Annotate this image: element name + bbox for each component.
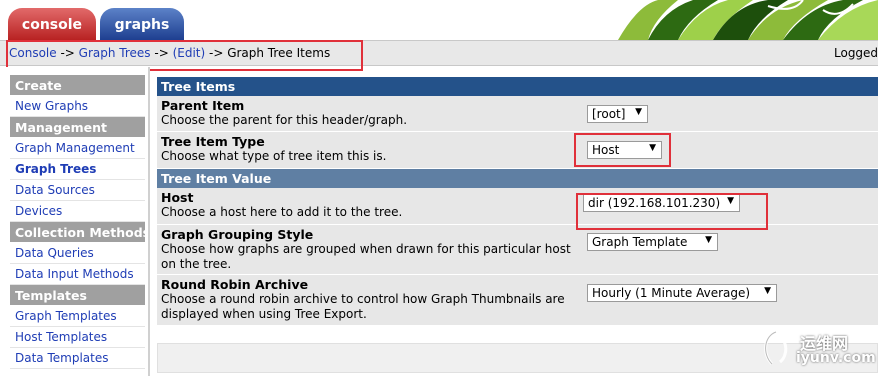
form-row-round-robin-archive: Round Robin Archive Choose a round robin… [157,275,878,326]
sidebar-item-graph-templates[interactable]: Graph Templates [10,306,145,327]
host-select[interactable]: dir (192.168.101.230) ▼ [583,194,740,212]
breadcrumb-separator: -> [150,46,173,60]
watermark-logo-icon [764,330,788,366]
sidebar-menu: Create New Graphs Management Graph Manag… [10,75,150,369]
tab-graphs[interactable]: graphs [100,8,184,40]
tree-item-type-label: Tree Item Type [161,134,265,149]
form-row-parent-item: Parent Item Choose the parent for this h… [157,96,878,132]
top-banner: console graphs [0,0,878,40]
sidebar-item-data-queries[interactable]: Data Queries [10,243,145,264]
breadcrumb-graph-trees-link[interactable]: Graph Trees [79,46,151,60]
chevron-down-icon: ▼ [764,286,771,296]
sidebar-item-devices[interactable]: Devices [10,201,145,222]
tree-item-type-description: Choose what type of tree item this is. [161,149,387,163]
sidebar-item-host-templates[interactable]: Host Templates [10,327,145,348]
section-header-tree-items: Tree Items [157,77,878,96]
sidebar: Create New Graphs Management Graph Manag… [0,67,150,376]
chevron-down-icon: ▼ [635,107,642,117]
tree-item-form: Tree Items Parent Item Choose the parent… [157,77,878,326]
tree-item-type-select[interactable]: Host ▼ [587,141,662,159]
sidebar-item-graph-trees[interactable]: Graph Trees [10,159,145,180]
graph-grouping-style-select-value: Graph Template [592,235,688,249]
parent-item-select-value: [root] [592,107,626,121]
parent-item-label: Parent Item [161,98,245,113]
sidebar-header-create: Create [10,75,145,96]
chevron-down-icon: ▼ [705,235,712,245]
breadcrumb-separator: -> [205,46,228,60]
graph-grouping-style-select[interactable]: Graph Template ▼ [587,233,718,251]
logged-in-text: Logged [834,46,878,60]
host-description: Choose a host here to add it to the tree… [161,205,403,219]
breadcrumb-bar: Console -> Graph Trees -> (Edit) -> Grap… [0,40,878,66]
round-robin-archive-description: Choose a round robin archive to control … [161,292,565,321]
graph-grouping-style-label: Graph Grouping Style [161,227,314,242]
breadcrumb-separator: -> [56,46,79,60]
sidebar-header-management: Management [10,117,145,138]
sidebar-item-data-templates[interactable]: Data Templates [10,348,145,369]
section-header-tree-item-value: Tree Item Value [157,169,878,188]
round-robin-archive-select-value: Hourly (1 Minute Average) [592,286,751,300]
host-select-value: dir (192.168.101.230) [588,196,721,210]
form-row-tree-item-type: Tree Item Type Choose what type of tree … [157,132,878,169]
breadcrumb-current: Graph Tree Items [227,46,331,60]
banner-decoration [618,0,878,40]
breadcrumb-console-link[interactable]: Console [9,46,57,60]
graph-grouping-style-description: Choose how graphs are grouped when drawn… [161,242,571,271]
round-robin-archive-label: Round Robin Archive [161,277,309,292]
form-row-graph-grouping-style: Graph Grouping Style Choose how graphs a… [157,225,878,275]
parent-item-select[interactable]: [root] ▼ [587,105,648,123]
tab-console[interactable]: console [8,8,96,40]
sidebar-item-new-graphs[interactable]: New Graphs [10,96,145,117]
form-row-host: Host Choose a host here to add it to the… [157,188,878,225]
chevron-down-icon: ▼ [727,196,734,206]
sidebar-header-templates: Templates [10,285,145,306]
sidebar-item-data-sources[interactable]: Data Sources [10,180,145,201]
host-label: Host [161,190,194,205]
parent-item-description: Choose the parent for this header/graph. [161,113,408,127]
sidebar-item-graph-management[interactable]: Graph Management [10,138,145,159]
breadcrumb: Console -> Graph Trees -> (Edit) -> Grap… [9,46,330,60]
chevron-down-icon: ▼ [649,143,656,153]
round-robin-archive-select[interactable]: Hourly (1 Minute Average) ▼ [587,284,777,302]
sidebar-header-collection-methods: Collection Methods [10,222,150,243]
tree-item-type-select-value: Host [592,143,620,157]
sidebar-divider [148,67,150,376]
watermark-text-domain: iyunv.com [796,350,876,366]
sidebar-item-data-input-methods[interactable]: Data Input Methods [10,264,145,285]
breadcrumb-edit-link[interactable]: (Edit) [173,46,206,60]
watermark: 运维网 iyunv.com [758,328,876,372]
